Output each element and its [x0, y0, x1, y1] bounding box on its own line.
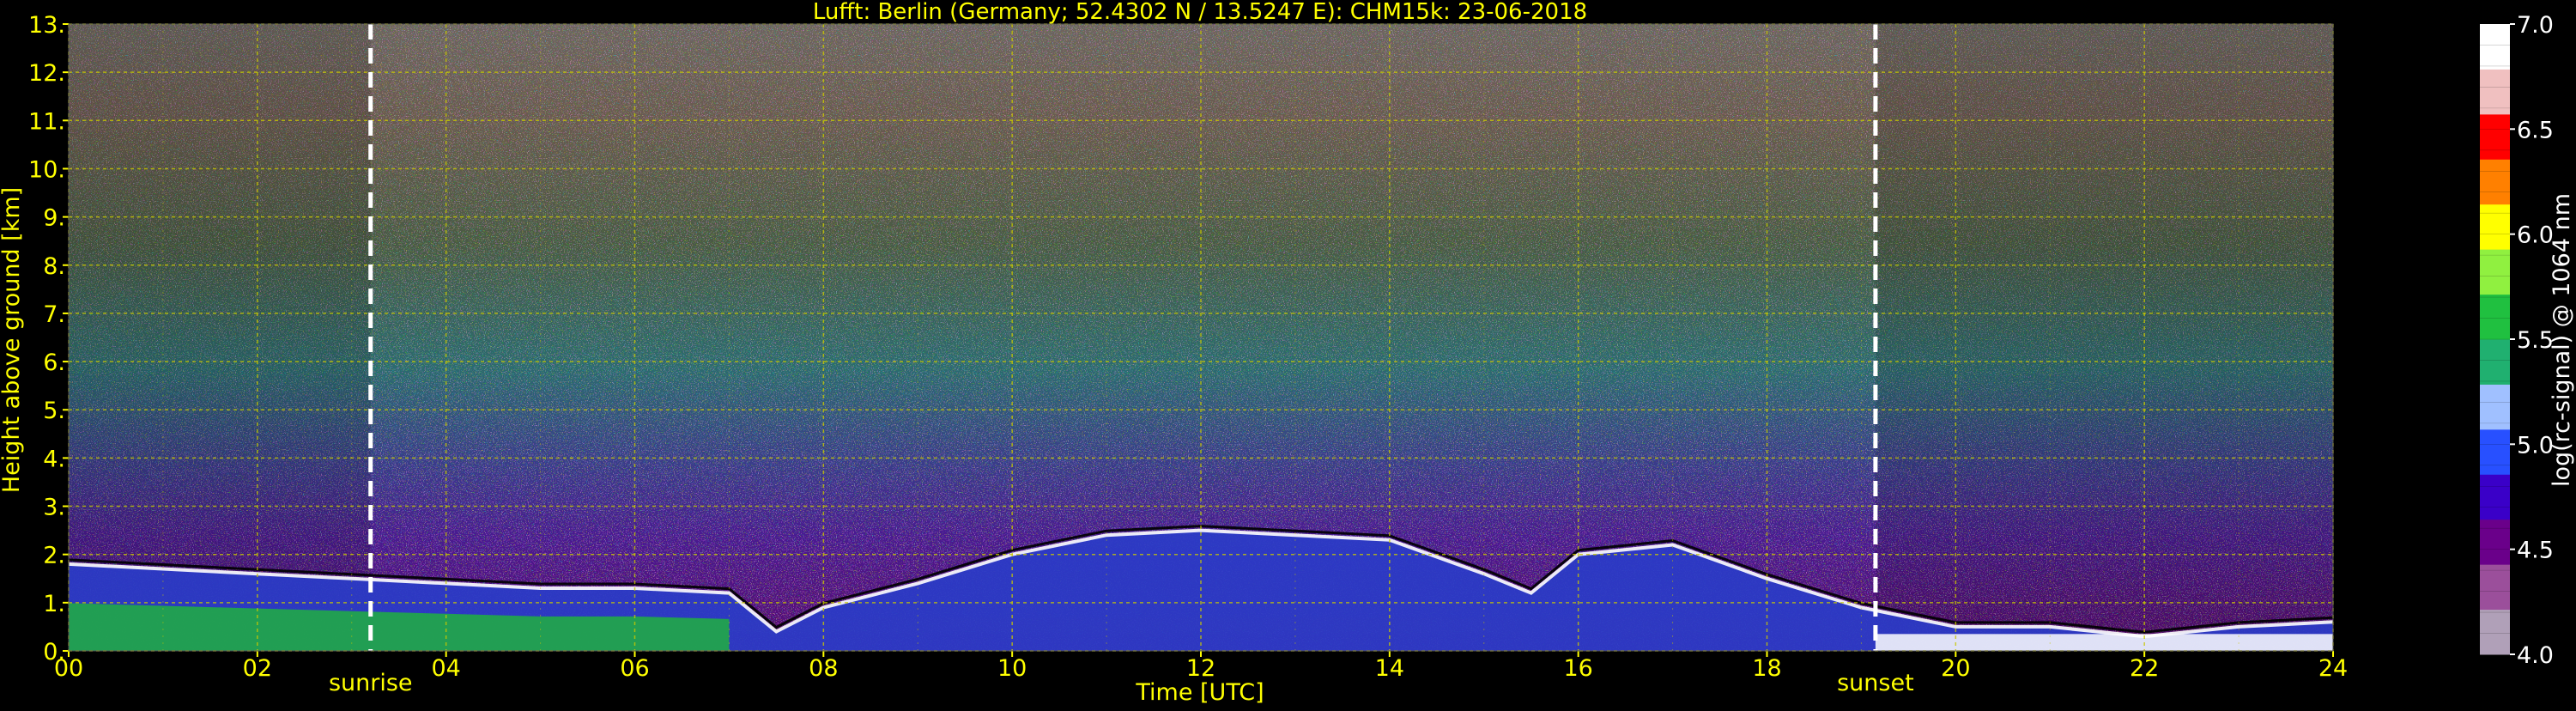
y-tick-label: 6.: [43, 349, 65, 376]
ceilometer-figure: sunrise sunset 00 02 04 06 08 10 12 14 16 18 20 22 24…: [0, 0, 2576, 708]
y-tick-label: 2.: [43, 543, 65, 569]
y-tick-label: 8.: [43, 253, 65, 280]
x-tick-label: 16: [1563, 655, 1592, 682]
colorbar-segment: [2480, 339, 2510, 385]
colorbar-segment: [2480, 609, 2510, 655]
sunrise-label: sunrise: [329, 670, 413, 696]
y-tick-label: 3.: [43, 495, 65, 521]
colorbar-tick-label: 7.0: [2517, 12, 2554, 39]
y-tick-label: 0.: [43, 639, 65, 665]
colorbar-segment: [2480, 294, 2510, 340]
x-tick-label: 18: [1752, 655, 1781, 682]
colorbar-segment: [2480, 564, 2510, 611]
x-tick-label: 20: [1941, 655, 1970, 682]
x-tick-label: 06: [620, 655, 649, 682]
x-tick-label: 10: [997, 655, 1027, 682]
colorbar-segment: [2480, 24, 2510, 70]
colorbar-segment: [2480, 384, 2510, 430]
colorbar-segment: [2480, 519, 2510, 565]
x-tick-label: 02: [243, 655, 272, 682]
colorbar-tick-label: 6.5: [2517, 117, 2554, 143]
night-shade-evening: [1875, 24, 2333, 651]
colorbar-segment: [2480, 204, 2510, 250]
x-tick-label: 22: [2130, 655, 2159, 682]
x-tick-label: 04: [431, 655, 460, 682]
x-tick-label: 24: [2318, 655, 2348, 682]
y-tick-label: 13.: [28, 12, 65, 39]
y-tick-label: 12.: [28, 60, 65, 87]
chart-title: Lufft: Berlin (Germany; 52.4302 N / 13.5…: [813, 0, 1587, 25]
night-surface-layer: [1875, 634, 2333, 651]
y-tick-label: 7.: [43, 301, 65, 328]
sunset-label: sunset: [1837, 670, 1914, 696]
y-tick-label: 9.: [43, 205, 65, 232]
colorbar-segment: [2480, 113, 2510, 160]
colorbar-segment: [2480, 428, 2510, 475]
colorbar-segment: [2480, 474, 2510, 520]
y-tick-label: 4.: [43, 446, 65, 472]
colorbar: 4.04.55.05.56.06.57.0: [2480, 12, 2554, 669]
colorbar-segment: [2480, 69, 2510, 115]
colorbar-tick-label: 4.0: [2517, 642, 2554, 669]
y-tick-label: 11.: [28, 108, 65, 135]
colorbar-label: log(rc-signal) @ 1064 nm: [2549, 193, 2575, 487]
y-tick-label: 1.: [43, 591, 65, 617]
night-shade-morning: [69, 24, 371, 651]
colorbar-segment: [2480, 159, 2510, 205]
chart-svg: sunrise sunset 00 02 04 06 08 10 12 14 16 18 20 22 24…: [0, 0, 2575, 706]
y-tick-label: 5.: [43, 398, 65, 424]
colorbar-segment: [2480, 249, 2510, 295]
x-tick-label: 08: [809, 655, 838, 682]
x-tick-label: 14: [1375, 655, 1404, 682]
x-axis-label: Time [UTC]: [1135, 679, 1264, 706]
y-axis-label: Height above ground [km]: [0, 187, 25, 493]
x-tick-label: 12: [1186, 655, 1215, 682]
y-tick-label: 10.: [28, 156, 65, 183]
colorbar-tick-label: 4.5: [2517, 538, 2554, 564]
